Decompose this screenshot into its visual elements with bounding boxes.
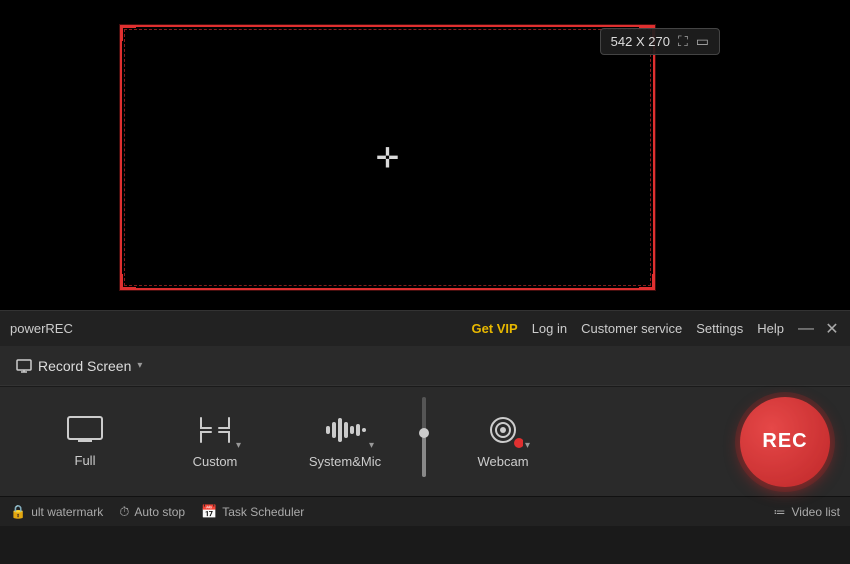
customer-service-button[interactable]: Customer service bbox=[581, 321, 682, 336]
volume-thumb[interactable] bbox=[419, 428, 429, 438]
task-scheduler-icon: 📅 bbox=[201, 504, 217, 520]
selection-frame[interactable]: ✛ bbox=[120, 25, 655, 290]
control-custom[interactable]: ▾ Custom bbox=[150, 404, 280, 479]
auto-stop-icon: ⏱ bbox=[119, 504, 129, 520]
corner-handle-br[interactable] bbox=[639, 274, 655, 290]
watermark-status[interactable]: 🔒 ult watermark bbox=[10, 504, 103, 520]
window-controls: — ✕ bbox=[798, 321, 840, 337]
record-screen-button[interactable]: Record Screen ▾ bbox=[10, 354, 148, 378]
get-vip-button[interactable]: Get VIP bbox=[471, 321, 517, 336]
corner-handle-tl[interactable] bbox=[120, 25, 136, 41]
dimension-text: 542 X 270 bbox=[611, 34, 670, 49]
login-button[interactable]: Log in bbox=[532, 321, 567, 336]
record-screen-dropdown-arrow[interactable]: ▾ bbox=[137, 360, 142, 371]
system-mic-label: System&Mic bbox=[309, 454, 381, 469]
system-mic-dropdown-arrow[interactable]: ▾ bbox=[367, 439, 376, 452]
record-screen-icon bbox=[16, 358, 32, 374]
crop-badge-icon[interactable]: ⛶ bbox=[678, 33, 688, 50]
close-button[interactable]: ✕ bbox=[824, 321, 840, 337]
custom-icon: ▾ bbox=[197, 414, 233, 446]
auto-stop-status[interactable]: ⏱ Auto stop bbox=[119, 504, 185, 520]
control-system-mic[interactable]: ▾ System&Mic bbox=[280, 404, 410, 479]
record-screen-label: Record Screen bbox=[38, 358, 131, 374]
corner-handle-bl[interactable] bbox=[120, 274, 136, 290]
app-name: powerREC bbox=[10, 321, 471, 336]
custom-dropdown-arrow[interactable]: ▾ bbox=[234, 439, 243, 452]
minimize-button[interactable]: — bbox=[798, 321, 814, 337]
video-list-status[interactable]: ≔ Video list bbox=[774, 505, 840, 519]
watermark-label: ult watermark bbox=[31, 505, 103, 519]
task-scheduler-status[interactable]: 📅 Task Scheduler bbox=[201, 504, 304, 520]
status-bar: 🔒 ult watermark ⏱ Auto stop 📅 Task Sched… bbox=[0, 496, 850, 526]
webcam-label: Webcam bbox=[477, 454, 528, 469]
dimension-badge: 542 X 270 ⛶ ▭ bbox=[600, 28, 720, 55]
rec-area: REC bbox=[740, 397, 830, 487]
controls-bar: Full ▾ Custom bbox=[0, 386, 850, 496]
move-icon[interactable]: ✛ bbox=[376, 142, 399, 173]
rec-button[interactable]: REC bbox=[740, 397, 830, 487]
webcam-icon: ▾ bbox=[484, 414, 522, 446]
system-mic-icon: ▾ bbox=[324, 414, 366, 446]
help-button[interactable]: Help bbox=[757, 321, 784, 336]
video-list-label: Video list bbox=[792, 505, 840, 519]
volume-slider[interactable] bbox=[418, 397, 430, 487]
task-scheduler-label: Task Scheduler bbox=[222, 505, 304, 519]
title-bar-nav: Get VIP Log in Customer service Settings… bbox=[471, 321, 784, 336]
rec-label: REC bbox=[762, 430, 807, 453]
custom-label: Custom bbox=[193, 454, 238, 469]
watermark-icon: 🔒 bbox=[10, 504, 26, 520]
preview-area: ✛ 542 X 270 ⛶ ▭ bbox=[0, 0, 850, 310]
control-webcam[interactable]: ▾ Webcam bbox=[438, 404, 568, 479]
settings-button[interactable]: Settings bbox=[696, 321, 743, 336]
volume-fill bbox=[422, 437, 426, 477]
full-label: Full bbox=[75, 453, 96, 468]
auto-stop-label: Auto stop bbox=[134, 505, 185, 519]
volume-track bbox=[422, 397, 426, 477]
title-bar: powerREC Get VIP Log in Customer service… bbox=[0, 310, 850, 346]
full-icon bbox=[66, 415, 104, 445]
webcam-dropdown-arrow[interactable]: ▾ bbox=[523, 439, 532, 452]
video-list-icon: ≔ bbox=[774, 505, 786, 519]
monitor-badge-icon[interactable]: ▭ bbox=[696, 33, 709, 50]
control-full[interactable]: Full bbox=[20, 405, 150, 478]
toolbar: Record Screen ▾ bbox=[0, 346, 850, 386]
